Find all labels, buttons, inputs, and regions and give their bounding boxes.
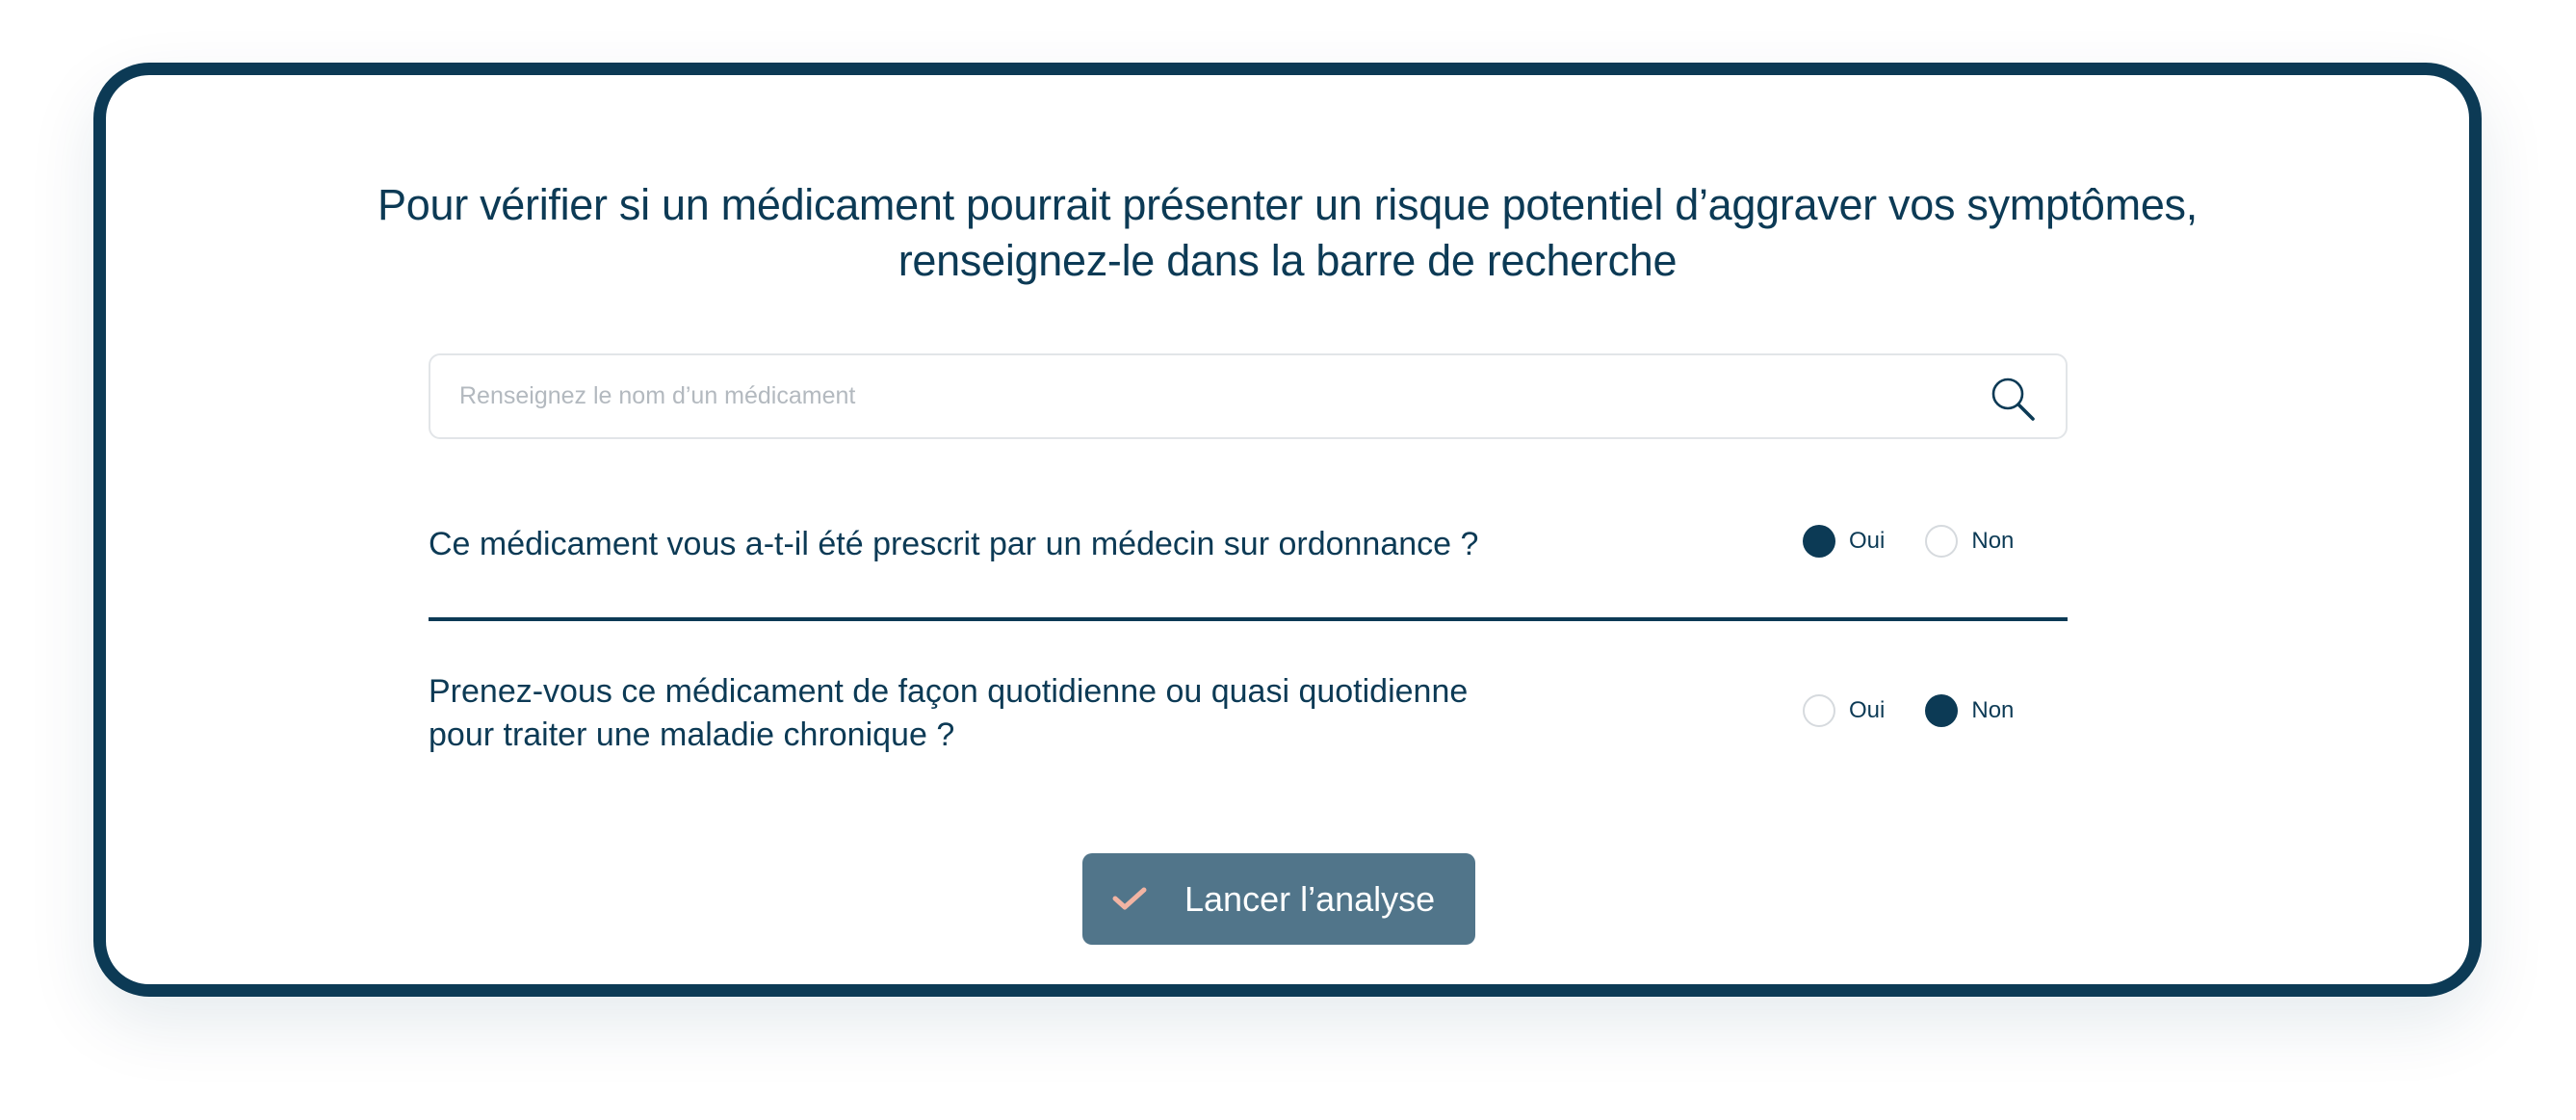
radio-group-prescription: Oui Non [1803, 522, 2014, 560]
question-daily-use: Prenez-vous ce médicament de façon quoti… [429, 670, 1594, 757]
radio-option-non[interactable]: Non [1925, 694, 2014, 727]
launch-analysis-button[interactable]: Lancer l’analyse [1082, 853, 1475, 945]
radio-label: Oui [1849, 528, 1886, 554]
page-title-line-1: Pour vérifier si un médicament pourrait … [377, 180, 2198, 229]
drug-check-card: Pour vérifier si un médicament pourrait … [93, 63, 2482, 997]
page-title: Pour vérifier si un médicament pourrait … [106, 177, 2469, 289]
search-icon[interactable] [1989, 375, 2037, 423]
radio-button[interactable] [1803, 694, 1835, 727]
divider [429, 617, 2068, 621]
radio-option-non[interactable]: Non [1925, 525, 2014, 558]
radio-label: Non [1971, 528, 2015, 554]
radio-group-daily-use: Oui Non [1803, 691, 2014, 730]
question-daily-use-line-1: Prenez-vous ce médicament de façon quoti… [429, 673, 1469, 710]
radio-label: Non [1971, 697, 2015, 723]
radio-button-selected[interactable] [1803, 525, 1835, 558]
radio-label: Oui [1849, 697, 1886, 723]
radio-option-oui[interactable]: Oui [1803, 525, 1885, 558]
radio-button[interactable] [1925, 525, 1959, 558]
launch-analysis-label: Lancer l’analyse [1184, 879, 1436, 919]
radio-option-oui[interactable]: Oui [1803, 694, 1885, 727]
search-input[interactable] [459, 355, 1962, 437]
page-title-line-2: renseignez-le dans la barre de recherche [898, 236, 1678, 285]
question-prescription: Ce médicament vous a-t-il été prescrit p… [429, 526, 1479, 562]
search-bar [429, 353, 2068, 439]
question-daily-use-line-2: pour traiter une maladie chronique ? [429, 716, 955, 753]
check-icon [1112, 887, 1147, 910]
radio-button-selected[interactable] [1925, 694, 1959, 727]
